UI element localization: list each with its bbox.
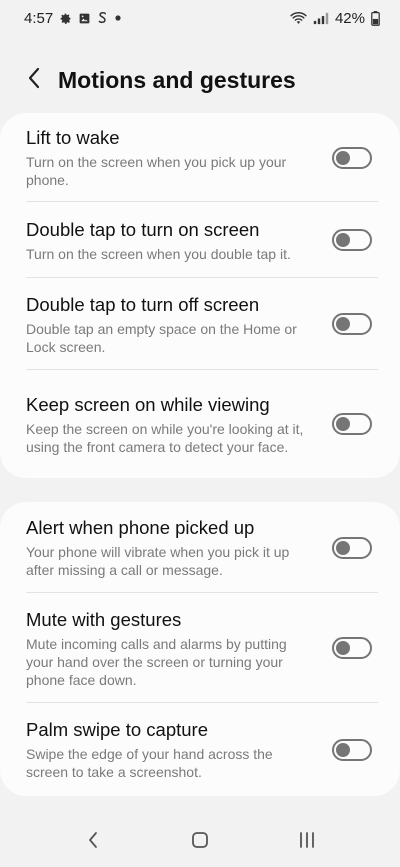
toggle-knob [336,641,350,655]
setting-palm-swipe[interactable]: Palm swipe to capture Swipe the edge of … [0,703,400,796]
setting-title: Lift to wake [26,127,120,148]
signal-icon [313,12,329,25]
toggle-knob [336,150,350,165]
setting-lift-to-wake[interactable]: Lift to wake Turn on the screen when you… [0,113,400,202]
toggle-knob [336,233,350,247]
status-time: 4:57 [24,9,54,27]
setting-title: Palm swipe to capture [26,719,209,740]
toggle-knob [336,540,350,555]
keep-screen-on-toggle[interactable] [332,413,372,435]
nav-recents-icon [298,831,316,854]
setting-title: Double tap to turn on screen [26,218,260,240]
battery-percent: 42% [334,9,365,27]
setting-subtitle: Mute incoming calls and alarms by puttin… [26,635,287,688]
setting-title: Keep screen on while viewing [26,393,270,415]
setting-title: Mute with gestures [26,608,182,630]
lift-to-wake-toggle[interactable] [332,146,372,169]
setting-alert-picked-up[interactable]: Alert when phone picked up Your phone wi… [0,502,400,593]
setting-subtitle: Your phone will vibrate when you pick it… [26,544,290,578]
setting-subtitle: Keep the screen on while you're looking … [26,420,304,455]
double-tap-on-toggle[interactable] [332,229,372,251]
mute-gestures-toggle[interactable] [332,637,372,659]
gear-icon [59,12,72,25]
nav-back-icon [87,831,99,854]
dot-icon [114,14,122,22]
setting-title: Alert when phone picked up [26,517,255,538]
toggle-knob [336,317,350,331]
setting-title: Double tap to turn off screen [26,293,260,315]
setting-keep-screen-on[interactable]: Keep screen on while viewing Keep the sc… [0,370,400,478]
toggle-knob [336,742,350,757]
wifi-icon [290,11,307,25]
page-title: Motions and gestures [58,66,296,93]
settings-group-2: Alert when phone picked up Your phone wi… [0,502,400,796]
alert-picked-up-toggle[interactable] [332,536,372,559]
setting-subtitle: Double tap an empty space on the Home or… [26,320,297,355]
toggle-knob [336,417,350,431]
setting-subtitle: Swipe the edge of your hand across the s… [26,746,273,780]
back-arrow-icon [27,67,41,94]
status-right: 42% [290,10,380,27]
nav-home-icon [191,831,209,854]
nav-home-button[interactable] [170,822,230,862]
header: Motions and gestures [0,58,400,102]
settings-group-1: Lift to wake Turn on the screen when you… [0,113,400,478]
nav-bar [0,817,400,867]
setting-double-tap-off[interactable]: Double tap to turn off screen Double tap… [0,278,400,370]
s-icon [97,11,108,25]
back-button[interactable] [12,58,56,102]
setting-subtitle: Turn on the screen when you double tap i… [26,245,291,262]
status-bar: 4:57 42% [0,0,400,36]
battery-icon [371,10,380,26]
palm-swipe-toggle[interactable] [332,738,372,761]
double-tap-off-toggle[interactable] [332,313,372,335]
setting-double-tap-on[interactable]: Double tap to turn on screen Turn on the… [0,202,400,278]
setting-mute-gestures[interactable]: Mute with gestures Mute incoming calls a… [0,593,400,703]
image-icon [78,12,91,25]
nav-recents-button[interactable] [277,822,337,862]
nav-back-button[interactable] [63,822,123,862]
setting-subtitle: Turn on the screen when you pick up your… [26,154,287,188]
status-left: 4:57 [24,10,122,27]
